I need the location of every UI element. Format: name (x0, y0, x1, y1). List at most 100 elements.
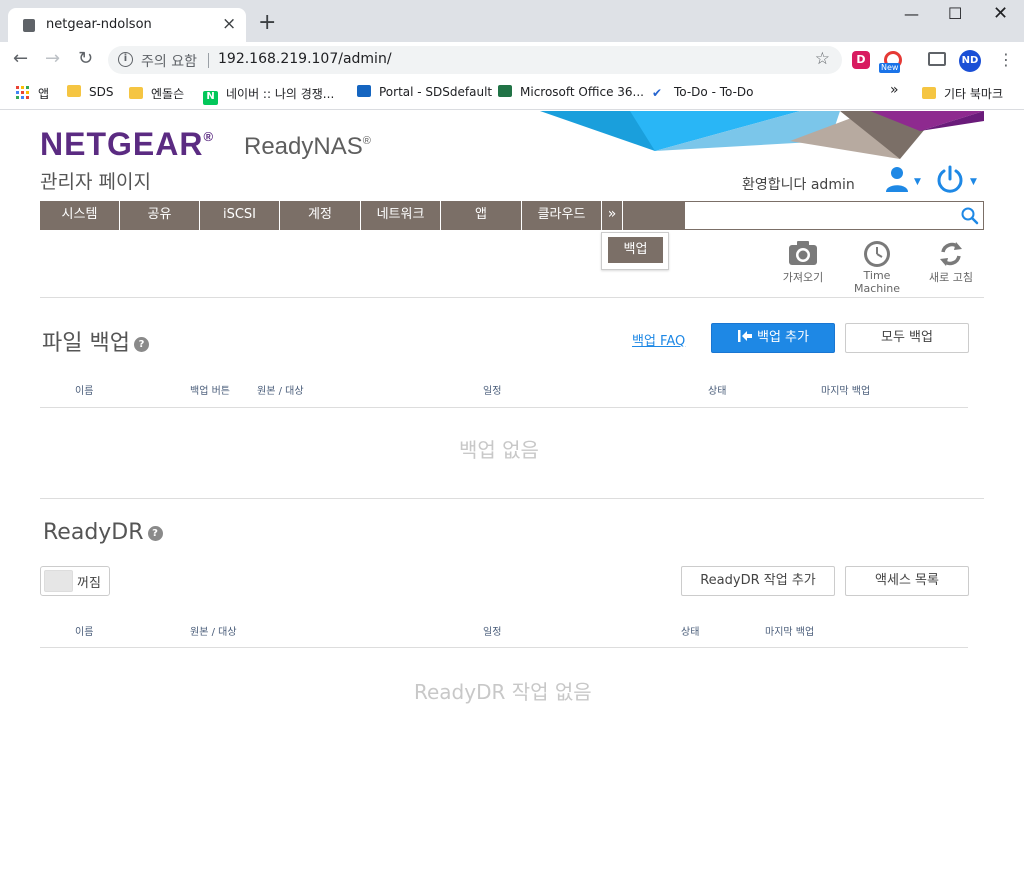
readydr-toggle[interactable]: 꺼짐 (40, 566, 110, 596)
office-icon (498, 85, 512, 97)
time-machine-label: Time Machine (853, 269, 901, 295)
nav-cloud[interactable]: 클라우드 (522, 201, 602, 230)
bookmark-label: Microsoft Office 36... (520, 85, 644, 99)
bookmark-portal[interactable]: Portal - SDSdefault (357, 85, 492, 99)
bookmark-todo[interactable]: ✔ To-Do - To-Do (652, 85, 754, 100)
product-text: ReadyNAS (244, 133, 363, 160)
nav-backup[interactable]: 백업 (608, 237, 663, 263)
admin-page-subtitle: 관리자 페이지 (40, 171, 151, 193)
browser-tab[interactable]: netgear-ndolson × (8, 8, 246, 42)
extension-new-badge: New (879, 63, 901, 73)
refresh-icon (940, 242, 962, 266)
address-separator (208, 53, 209, 68)
other-bookmarks[interactable]: 기타 북마크 (922, 85, 1003, 102)
bookmarks-bar: 앱 SDS 엔돌슨 N 네이버 :: 나의 경쟁... Portal - SDSd… (0, 78, 1024, 110)
refresh-button[interactable]: 새로 고침 (924, 240, 978, 285)
portal-icon (357, 85, 371, 97)
backup-all-button[interactable]: 모두 백업 (845, 323, 969, 353)
product-registered-mark: ® (362, 135, 371, 147)
minimize-icon[interactable]: — (904, 5, 919, 23)
back-icon[interactable]: ← (13, 49, 28, 69)
time-machine-button[interactable]: Time Machine (840, 240, 914, 295)
checkmark-icon: ✔ (652, 86, 663, 100)
welcome-text: 환영합니다 admin (742, 177, 855, 193)
nav-apps[interactable]: 앱 (441, 201, 522, 230)
column-header: 마지막 백업 (821, 386, 871, 397)
extension-d-icon[interactable]: D (852, 51, 870, 69)
nav-more-icon[interactable]: » (602, 201, 623, 230)
folder-icon (67, 85, 81, 97)
browser-tab-strip: netgear-ndolson × + — ☐ ✕ (0, 0, 1024, 42)
naver-icon: N (203, 91, 218, 105)
bookmark-label: Portal - SDSdefault (379, 85, 493, 99)
user-icon[interactable] (884, 165, 912, 193)
cast-icon[interactable] (928, 52, 946, 66)
add-readydr-job-button[interactable]: ReadyDR 작업 추가 (681, 566, 835, 596)
import-label: 가져오기 (782, 271, 824, 284)
folder-icon (922, 87, 936, 99)
column-header: 백업 버튼 (190, 386, 230, 397)
address-bar[interactable]: i 주의 요함 192.168.219.107/admin/ ☆ (108, 46, 842, 74)
bookmark-label: SDS (89, 85, 114, 99)
browser-menu-icon[interactable]: ⋮ (998, 50, 1014, 69)
reload-icon[interactable]: ↻ (78, 49, 93, 69)
file-backup-title-text: 파일 백업 (42, 331, 130, 356)
profile-avatar[interactable]: ND (959, 50, 981, 72)
apps-grid-icon (16, 86, 29, 99)
logo-text: NETGEAR (40, 126, 204, 162)
help-icon[interactable]: ? (133, 337, 149, 352)
refresh-label: 새로 고침 (929, 271, 973, 284)
search-icon[interactable] (961, 207, 979, 225)
bookmark-office[interactable]: Microsoft Office 36... (498, 85, 644, 99)
folder-icon (129, 87, 143, 99)
logo-registered-mark: ® (203, 129, 215, 144)
header-banner-graphic (540, 111, 984, 159)
user-menu-chevron-icon[interactable]: ▼ (914, 177, 921, 187)
power-icon[interactable] (935, 164, 965, 194)
bookmark-sds[interactable]: SDS (67, 85, 113, 99)
divider (40, 498, 984, 499)
nav-more-dropdown: 백업 (601, 232, 669, 270)
bookmark-label: 앱 (38, 87, 50, 101)
help-icon[interactable]: ? (147, 526, 163, 541)
table-header-divider (40, 407, 968, 408)
bookmark-label: 네이버 :: 나의 경쟁... (226, 87, 335, 101)
toggle-knob (44, 570, 73, 592)
nav-shares[interactable]: 공유 (120, 201, 200, 230)
bookmark-label: 기타 북마크 (944, 87, 1004, 101)
backup-faq-link[interactable]: 백업 FAQ (632, 330, 685, 349)
add-backup-button[interactable]: 백업 추가 (711, 323, 835, 353)
bookmark-ndolson[interactable]: 엔돌슨 (129, 85, 184, 102)
import-button[interactable]: 가져오기 (776, 240, 830, 285)
empty-state-text: ReadyDR 작업 없음 (414, 680, 592, 704)
power-menu-chevron-icon[interactable]: ▼ (970, 177, 977, 187)
url-text[interactable]: 192.168.219.107/admin/ (218, 51, 392, 67)
bookmark-apps[interactable]: 앱 (16, 85, 49, 102)
column-header: 이름 (75, 627, 94, 638)
column-header: 원본 / 대상 (257, 386, 304, 397)
nav-network[interactable]: 네트워크 (361, 201, 441, 230)
access-list-button[interactable]: 액세스 목록 (845, 566, 969, 596)
empty-state-text: 백업 없음 (459, 438, 539, 462)
nav-iscsi[interactable]: iSCSI (200, 201, 280, 230)
nav-accounts[interactable]: 계정 (280, 201, 361, 230)
clock-icon (864, 241, 890, 267)
maximize-icon[interactable]: ☐ (948, 4, 962, 23)
table-header-divider (40, 647, 968, 648)
column-header: 일정 (483, 627, 502, 638)
nav-system[interactable]: 시스템 (40, 201, 120, 230)
column-header: 일정 (483, 386, 502, 397)
info-icon[interactable]: i (118, 52, 133, 67)
column-header: 상태 (681, 627, 700, 638)
close-window-icon[interactable]: ✕ (993, 3, 1008, 24)
bookmark-star-icon[interactable]: ☆ (815, 49, 830, 69)
column-header: 이름 (75, 386, 94, 397)
new-tab-button[interactable]: + (258, 12, 276, 34)
bookmark-naver[interactable]: N 네이버 :: 나의 경쟁... (203, 85, 334, 105)
readydr-title-text: ReadyDR (43, 520, 144, 545)
close-tab-icon[interactable]: × (222, 14, 236, 34)
security-warning[interactable]: 주의 요함 (141, 51, 197, 71)
more-bookmarks-icon[interactable]: » (890, 82, 899, 98)
forward-icon[interactable]: → (45, 49, 60, 69)
search-input[interactable] (684, 201, 984, 230)
